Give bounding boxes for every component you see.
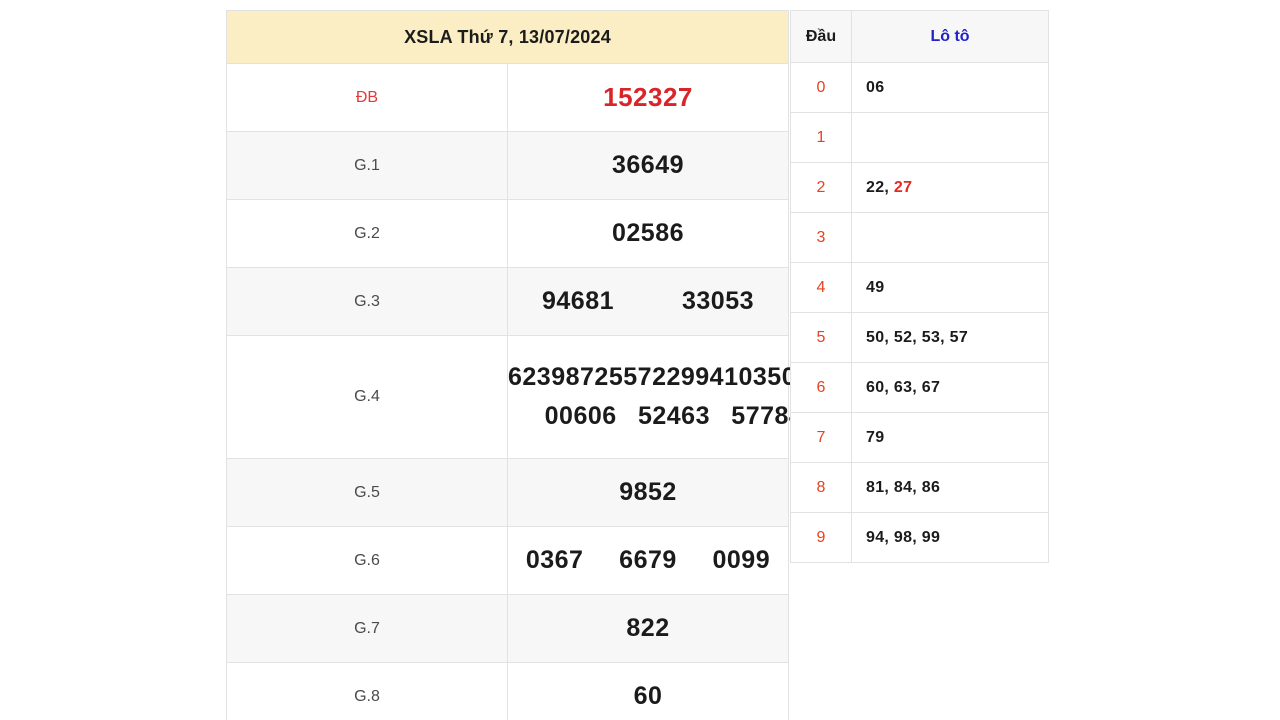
prize-number: 152327 bbox=[603, 82, 693, 112]
loto-row: 5 50, 52, 53, 57 bbox=[790, 312, 1049, 363]
loto-values: 49 bbox=[851, 262, 1049, 313]
prize-number: 72557 bbox=[580, 363, 653, 391]
prize-number-line: 02586 bbox=[508, 219, 788, 248]
prize-label: G.6 bbox=[226, 526, 508, 595]
prize-values: 9852 bbox=[507, 458, 789, 527]
prize-number: 36649 bbox=[611, 151, 685, 179]
prize-number: 62398 bbox=[508, 363, 581, 391]
prize-values: 152327 bbox=[507, 63, 789, 132]
prize-row: ĐB 152327 bbox=[226, 63, 789, 132]
loto-head-digit: 5 bbox=[790, 312, 852, 363]
prize-row: G.1 36649 bbox=[226, 131, 789, 200]
loto-table: Đầu Lô tô 0 06 1 2 22, 27 3 4 49 5 50, 52, 53, 57… bbox=[790, 10, 1049, 563]
loto-row: 0 06 bbox=[790, 62, 1049, 113]
loto-row: 2 22, 27 bbox=[790, 162, 1049, 213]
loto-head-digit: 4 bbox=[790, 262, 852, 313]
loto-table-head: Đầu Lô tô bbox=[790, 10, 1049, 63]
loto-row: 9 94, 98, 99 bbox=[790, 512, 1049, 563]
prize-number: 0099 bbox=[712, 546, 771, 574]
prize-values: 60 bbox=[507, 662, 789, 720]
loto-row: 6 60, 63, 67 bbox=[790, 362, 1049, 413]
prize-results-table: XSLA Thứ 7, 13/07/2024 ĐB 152327 G.1 36649 G… bbox=[226, 10, 803, 720]
prize-values: 36649 bbox=[507, 131, 789, 200]
loto-header-dau: Đầu bbox=[790, 10, 852, 63]
loto-row: 8 81, 84, 86 bbox=[790, 462, 1049, 513]
loto-row: 4 49 bbox=[790, 262, 1049, 313]
prize-number-line: 94681 33053 bbox=[508, 287, 788, 316]
prize-row: G.7 822 bbox=[226, 594, 789, 663]
loto-table-body: 0 06 1 2 22, 27 3 4 49 5 50, 52, 53, 57 6 60, 63, 6… bbox=[790, 62, 1049, 563]
prize-row: G.8 60 bbox=[226, 662, 789, 720]
loto-header-row: Đầu Lô tô bbox=[790, 10, 1049, 63]
prize-row: G.5 9852 bbox=[226, 458, 789, 527]
prize-row: G.6 0367 6679 0099 bbox=[226, 526, 789, 595]
loto-head-digit: 6 bbox=[790, 362, 852, 413]
prize-number: 60 bbox=[633, 682, 663, 710]
prize-number-line: 822 bbox=[508, 614, 788, 643]
loto-head-digit: 2 bbox=[790, 162, 852, 213]
loto-head-digit: 0 bbox=[790, 62, 852, 113]
prize-number-line: 62398 72557 22994 10350 bbox=[508, 363, 796, 392]
prize-number-line: 36649 bbox=[508, 151, 788, 180]
loto-values: 22, 27 bbox=[851, 162, 1049, 213]
prize-number-line: 152327 bbox=[508, 82, 788, 113]
prize-number: 822 bbox=[626, 614, 670, 642]
prize-number: 02586 bbox=[611, 219, 685, 247]
prize-number: 9852 bbox=[619, 478, 677, 506]
loto-values: 06 bbox=[851, 62, 1049, 113]
prize-values: 0367 6679 0099 bbox=[507, 526, 789, 595]
prize-values: 94681 33053 bbox=[507, 267, 789, 336]
prize-number-line: 60 bbox=[508, 682, 788, 711]
prize-number: 33053 bbox=[681, 287, 755, 315]
loto-head-digit: 9 bbox=[790, 512, 852, 563]
loto-head-digit: 1 bbox=[790, 112, 852, 163]
prize-label: G.7 bbox=[226, 594, 508, 663]
prize-number: 6679 bbox=[619, 546, 677, 574]
prize-number: 94681 bbox=[541, 287, 615, 315]
prize-row: G.3 94681 33053 bbox=[226, 267, 789, 336]
prize-values: 62398 72557 22994 10350 00606 52463 57784 bbox=[507, 335, 803, 459]
prize-number: 52463 bbox=[637, 402, 710, 430]
prize-label: G.1 bbox=[226, 131, 508, 200]
loto-row: 7 79 bbox=[790, 412, 1049, 463]
prize-number: 10350 bbox=[724, 363, 797, 391]
result-header-row: XSLA Thứ 7, 13/07/2024 bbox=[226, 10, 789, 64]
prize-number-line: 0367 6679 0099 bbox=[508, 546, 788, 575]
prize-number: 22994 bbox=[652, 363, 725, 391]
loto-values: 81, 84, 86 bbox=[851, 462, 1049, 513]
prize-values: 822 bbox=[507, 594, 789, 663]
prize-results-body: XSLA Thứ 7, 13/07/2024 ĐB 152327 G.1 36649 G… bbox=[226, 10, 803, 720]
loto-header-loto: Lô tô bbox=[851, 10, 1049, 63]
loto-values: 79 bbox=[851, 412, 1049, 463]
prize-number-line: 9852 bbox=[508, 478, 788, 507]
loto-head-digit: 8 bbox=[790, 462, 852, 513]
loto-values bbox=[851, 112, 1049, 163]
prize-label: G.8 bbox=[226, 662, 508, 720]
lottery-result-page: XSLA Thứ 7, 13/07/2024 ĐB 152327 G.1 36649 G… bbox=[0, 0, 1280, 720]
prize-label: G.2 bbox=[226, 199, 508, 268]
loto-head-digit: 3 bbox=[790, 212, 852, 263]
loto-values: 94, 98, 99 bbox=[851, 512, 1049, 563]
prize-label: G.3 bbox=[226, 267, 508, 336]
loto-values bbox=[851, 212, 1049, 263]
prize-row: G.2 02586 bbox=[226, 199, 789, 268]
prize-number: 00606 bbox=[544, 402, 617, 430]
loto-row: 3 bbox=[790, 212, 1049, 263]
loto-values: 50, 52, 53, 57 bbox=[851, 312, 1049, 363]
result-title: XSLA Thứ 7, 13/07/2024 bbox=[226, 10, 789, 64]
loto-row: 1 bbox=[790, 112, 1049, 163]
prize-number: 0367 bbox=[525, 546, 584, 574]
prize-label: G.4 bbox=[226, 335, 508, 459]
prize-label: G.5 bbox=[226, 458, 508, 527]
loto-values: 60, 63, 67 bbox=[851, 362, 1049, 413]
prize-label: ĐB bbox=[226, 63, 508, 132]
loto-highlight-number: 27 bbox=[893, 178, 913, 196]
loto-head-digit: 7 bbox=[790, 412, 852, 463]
prize-row: G.4 62398 72557 22994 10350 00606 52463 57784 bbox=[226, 335, 803, 459]
prize-values: 02586 bbox=[507, 199, 789, 268]
